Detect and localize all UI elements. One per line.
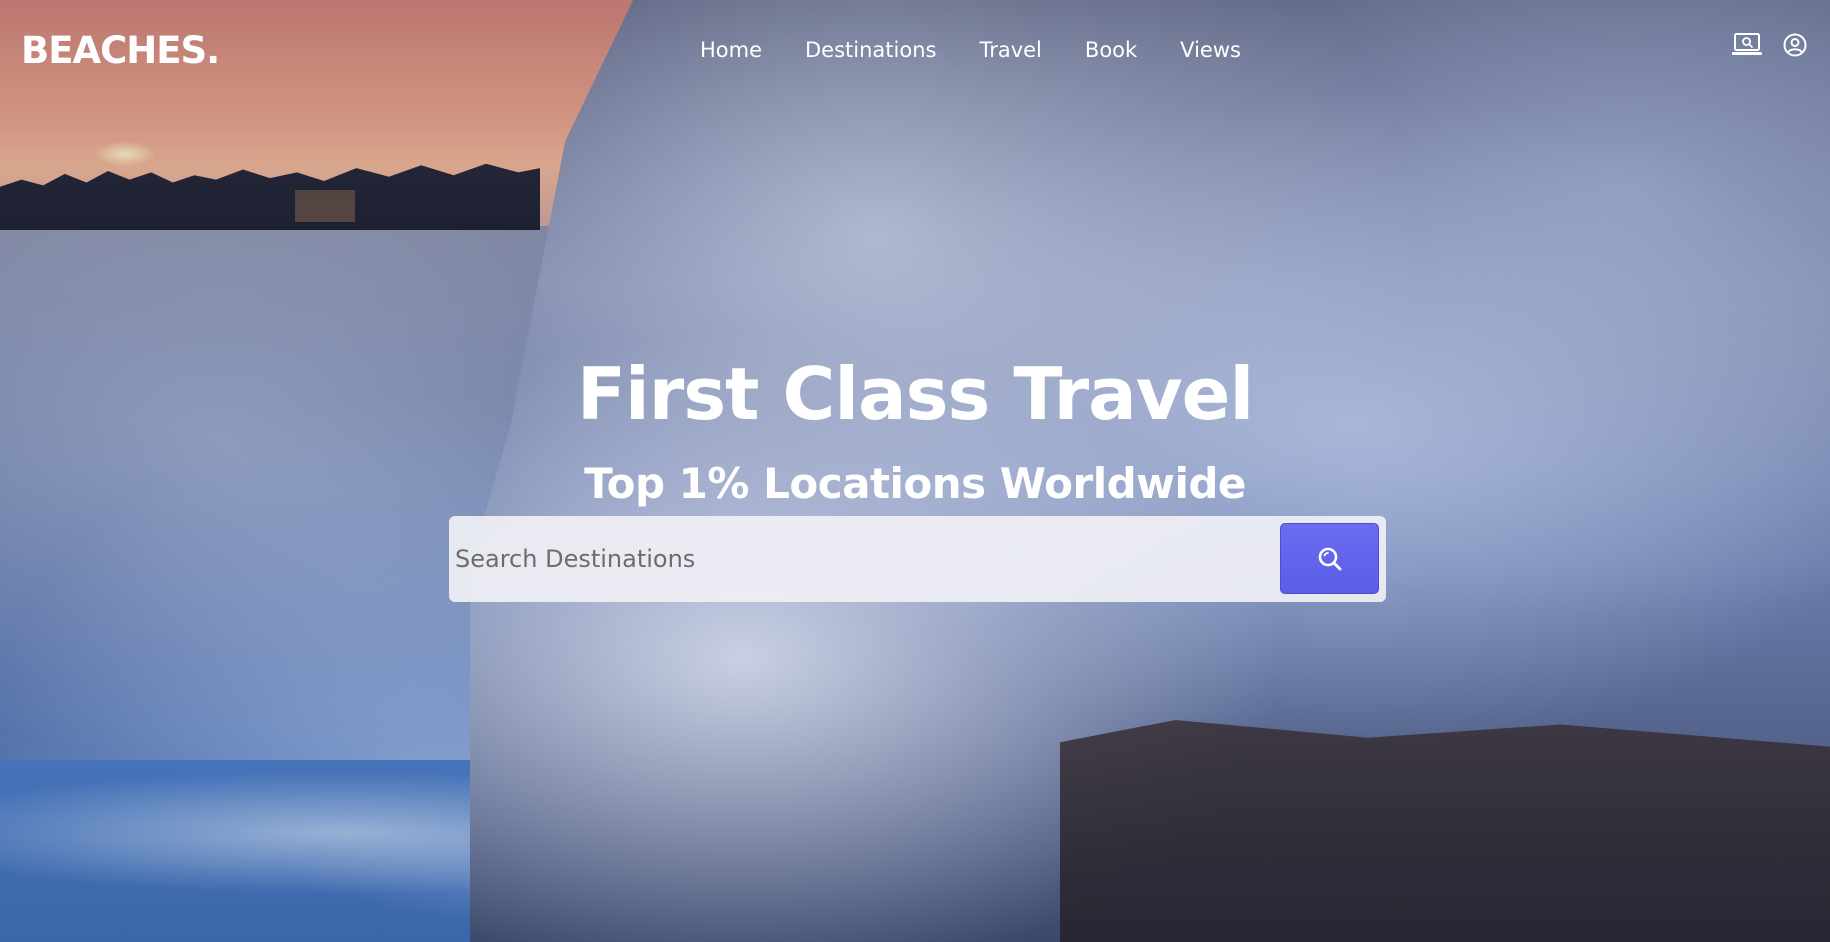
search-icon [1318,547,1341,570]
nav-item-book[interactable]: Book [1085,32,1137,68]
main-nav: Home Destinations Travel Book Views [700,32,1284,68]
nav-icon-group [1732,30,1810,60]
hero-title: First Class Travel [576,352,1254,436]
user-account-icon[interactable] [1780,30,1810,60]
hero-section: BEACHES. Home Destinations Travel Book V… [0,0,1830,942]
nav-item-home[interactable]: Home [700,32,762,68]
brand-logo[interactable]: BEACHES. [21,27,220,75]
hero-subtitle: Top 1% Locations Worldwide [584,459,1246,508]
nav-item-views[interactable]: Views [1180,32,1241,68]
nav-item-travel[interactable]: Travel [979,32,1041,68]
search-button[interactable] [1280,523,1379,594]
laptop-search-icon[interactable] [1732,30,1762,60]
search-input[interactable] [455,524,1265,594]
nav-item-destinations[interactable]: Destinations [805,32,936,68]
search-bar [449,516,1386,602]
